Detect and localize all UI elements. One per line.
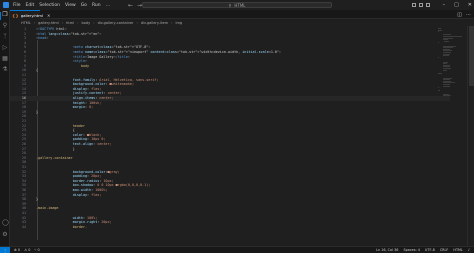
toggle-secondary-sidebar-icon[interactable] [426, 3, 430, 7]
html-file-icon: ❮❯ [12, 12, 19, 18]
chevron-right-icon: › [77, 20, 79, 25]
indentation-status[interactable]: Spaces: 4 [403, 248, 419, 252]
extensions-icon[interactable]: ▦ [2, 56, 8, 62]
toggle-panel-icon[interactable] [419, 3, 423, 7]
title-bar: File Edit Selection View Go Run … ← → ⚲ … [0, 0, 474, 10]
breadcrumb-item[interactable]: HTML [21, 21, 31, 25]
run-debug-icon[interactable]: ▷ [2, 45, 8, 51]
tab-gallery-html[interactable]: ❮❯ gallery.html ✕ [10, 10, 50, 19]
nav-arrows: ← → [128, 0, 142, 10]
menu-selection[interactable]: Selection [39, 3, 60, 8]
command-center-label: HTML [234, 2, 246, 8]
split-editor-icon[interactable]: ◫ [457, 12, 462, 18]
warnings-status[interactable]: ⚠ 0 [24, 248, 30, 252]
line-number: 44 [21, 224, 26, 229]
account-icon[interactable]: ◯ [2, 220, 9, 226]
encoding-status[interactable]: UTF-8 [425, 248, 435, 252]
tab-label: gallery.html [20, 12, 44, 18]
chevron-right-icon: › [93, 20, 95, 25]
maximize-icon[interactable]: □ [454, 2, 459, 8]
eol-status[interactable]: CRLF [440, 248, 449, 252]
errors-status[interactable]: ⊗ 0 [14, 248, 20, 252]
language-mode[interactable]: HTML [453, 248, 462, 252]
search-view-icon[interactable]: ⚲ [2, 23, 8, 29]
breadcrumb-item[interactable]: div.gallery-container [98, 21, 134, 25]
editor-actions: ◫ ⋯ [457, 10, 471, 19]
close-window-icon[interactable]: ✕ [468, 2, 472, 8]
settings-gear-icon[interactable]: ⚙ [2, 232, 8, 238]
chevron-right-icon: › [33, 20, 36, 25]
chevron-right-icon: › [61, 20, 64, 25]
vscode-logo-icon [3, 2, 9, 8]
status-bar: ⋮ ⊗ 0 ⚠ 0 ⑂ 0 Ln 16, Col 36 Spaces: 4 UT… [0, 246, 474, 253]
activity-bar: ❐ ⚲ ᛉ ▷ ▦ ⚗ ◯ ⚙ [0, 10, 10, 246]
editor-tab-strip: ❮❯ gallery.html ✕ ◫ ⋯ [10, 10, 474, 19]
ports-status[interactable]: ⑂ 0 [34, 248, 39, 252]
remote-icon[interactable]: ⋮ [0, 246, 10, 253]
active-indicator [0, 12, 1, 20]
explorer-icon[interactable]: ❐ [2, 12, 8, 18]
source-control-icon[interactable]: ᛉ [2, 34, 8, 40]
toggle-sidebar-icon[interactable] [412, 3, 416, 7]
layout-controls [412, 0, 430, 10]
testing-icon[interactable]: ⚗ [2, 67, 8, 73]
menu-go[interactable]: Go [81, 3, 87, 8]
menu-view[interactable]: View [65, 3, 76, 8]
breadcrumb-item[interactable]: gallery.html [38, 21, 59, 25]
line-code: border- [36, 224, 88, 229]
vertical-scrollbar[interactable] [467, 26, 474, 246]
code-editor[interactable]: 1 <!DOCTYPE html> 2 <html lang=class="tok-s… [10, 26, 474, 246]
breadcrumb-item[interactable]: body [82, 21, 91, 25]
vscode-window: File Edit Selection View Go Run … ← → ⚲ … [0, 0, 474, 253]
back-arrow-icon[interactable]: ← [128, 2, 133, 9]
breadcrumb-item[interactable]: html [66, 21, 74, 25]
chevron-right-icon: › [171, 20, 173, 25]
window-controls: – □ ✕ [443, 0, 472, 10]
breadcrumb: HTML › gallery.html › html › body › div.… [10, 19, 474, 26]
breadcrumb-item[interactable]: div.gallery-item [141, 21, 168, 25]
menu-file[interactable]: File [13, 3, 21, 8]
menu-bar: File Edit Selection View Go Run … [13, 3, 110, 8]
close-tab-icon[interactable]: ✕ [47, 13, 50, 18]
code-line[interactable]: 44 border- [10, 225, 450, 230]
breadcrumb-item[interactable]: img [175, 21, 182, 25]
search-icon: ⚲ [228, 2, 232, 8]
more-actions-icon[interactable]: ⋯ [466, 12, 471, 18]
menu-more[interactable]: … [106, 3, 111, 8]
notifications-bell-icon[interactable]: ♪ [468, 248, 470, 252]
command-center-search[interactable]: ⚲ HTML [142, 2, 332, 8]
menu-edit[interactable]: Edit [26, 3, 35, 8]
cursor-position[interactable]: Ln 16, Col 36 [376, 248, 398, 252]
chevron-right-icon: › [136, 20, 138, 25]
minimize-icon[interactable]: – [443, 2, 446, 8]
scrollbar-thumb[interactable] [469, 26, 474, 86]
menu-run[interactable]: Run [92, 3, 101, 8]
